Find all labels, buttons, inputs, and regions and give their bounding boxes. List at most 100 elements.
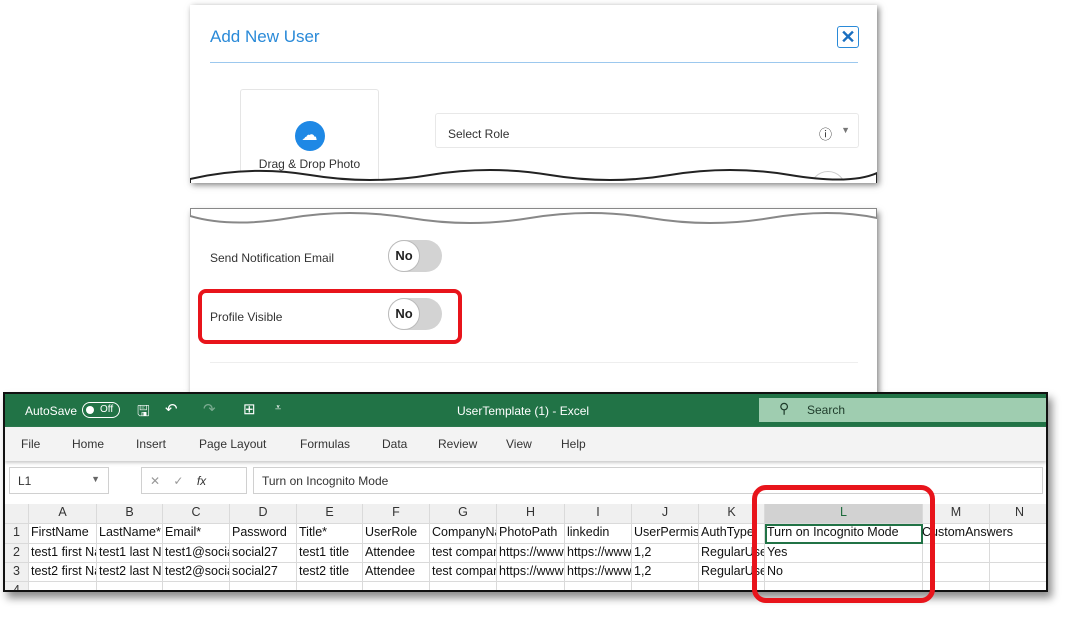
- cell-A2[interactable]: test1 first Name: [29, 544, 97, 563]
- column-header-A[interactable]: A: [29, 504, 97, 524]
- cell-A4[interactable]: [29, 582, 97, 590]
- autosave-label: AutoSave: [25, 404, 78, 418]
- row-header-2[interactable]: 2: [5, 544, 29, 563]
- ribbon-menu: File Home Insert Page Layout Formulas Da…: [5, 427, 1046, 461]
- cell-H2[interactable]: https://www: [497, 544, 565, 563]
- column-header-F[interactable]: F: [363, 504, 430, 524]
- column-header-H[interactable]: H: [497, 504, 565, 524]
- dialog-title: Add New User: [210, 27, 320, 46]
- customize-icon[interactable]: ⩡: [275, 402, 281, 415]
- divider: [210, 62, 858, 63]
- menu-view[interactable]: View: [506, 437, 532, 451]
- column-header-G[interactable]: G: [430, 504, 497, 524]
- cell-A1[interactable]: FirstName: [29, 524, 97, 544]
- cell-I2[interactable]: https://www: [565, 544, 632, 563]
- cell-J3[interactable]: 1,2: [632, 563, 699, 582]
- select-all-corner[interactable]: [5, 504, 29, 524]
- window-title: UserTemplate (1) - Excel: [457, 404, 590, 418]
- cell-E3[interactable]: test2 title: [297, 563, 363, 582]
- column-header-I[interactable]: I: [565, 504, 632, 524]
- torn-edge: [190, 169, 877, 183]
- save-icon[interactable]: 🖫: [137, 401, 150, 426]
- send-notification-label: Send Notification Email: [210, 251, 335, 265]
- column-header-D[interactable]: D: [230, 504, 297, 524]
- cell-J4[interactable]: [632, 582, 699, 590]
- cell-C4[interactable]: [163, 582, 230, 590]
- column-header-E[interactable]: E: [297, 504, 363, 524]
- dialog-top: Add New User ✕ ☁ Drag & Drop Photo or Se…: [190, 5, 877, 183]
- cell-A3[interactable]: test2 first Name: [29, 563, 97, 582]
- name-box-value: L1: [18, 474, 32, 488]
- cell-D2[interactable]: social27: [230, 544, 297, 563]
- column-header-B[interactable]: B: [97, 504, 163, 524]
- cell-C2[interactable]: test1@social27: [163, 544, 230, 563]
- cell-H4[interactable]: [497, 582, 565, 590]
- cell-B2[interactable]: test1 last Name: [97, 544, 163, 563]
- name-box[interactable]: L1 ▼: [9, 467, 109, 494]
- cell-F2[interactable]: Attendee: [363, 544, 430, 563]
- redo-icon[interactable]: ↷: [203, 400, 216, 418]
- menu-data[interactable]: Data: [382, 437, 407, 451]
- cell-D3[interactable]: social27: [230, 563, 297, 582]
- cell-I1[interactable]: linkedin: [565, 524, 632, 544]
- autosave-toggle[interactable]: Off: [82, 402, 120, 418]
- cell-J1[interactable]: UserPermissions: [632, 524, 699, 544]
- cell-E1[interactable]: Title*: [297, 524, 363, 544]
- enter-icon[interactable]: ✓: [173, 474, 183, 488]
- search-label: Search: [807, 403, 846, 417]
- menu-file[interactable]: File: [21, 437, 40, 451]
- cell-H3[interactable]: https://www: [497, 563, 565, 582]
- cell-B3[interactable]: test2 last Name: [97, 563, 163, 582]
- cell-G1[interactable]: CompanyName: [430, 524, 497, 544]
- search-box[interactable]: ⚲ Search: [759, 398, 1046, 422]
- menu-home[interactable]: Home: [72, 437, 104, 451]
- table-icon[interactable]: ⊞: [243, 400, 256, 418]
- cell-G3[interactable]: test company: [430, 563, 497, 582]
- menu-page-layout[interactable]: Page Layout: [199, 437, 266, 451]
- cell-E4[interactable]: [297, 582, 363, 590]
- cell-E2[interactable]: test1 title: [297, 544, 363, 563]
- cell-F1[interactable]: UserRole: [363, 524, 430, 544]
- column-header-C[interactable]: C: [163, 504, 230, 524]
- row-header-4[interactable]: 4: [5, 582, 29, 590]
- menu-review[interactable]: Review: [438, 437, 477, 451]
- undo-icon[interactable]: ↶: [165, 400, 178, 418]
- cell-C3[interactable]: test2@social27: [163, 563, 230, 582]
- cell-N2[interactable]: [990, 544, 1046, 563]
- cell-B4[interactable]: [97, 582, 163, 590]
- cell-G4[interactable]: [430, 582, 497, 590]
- fx-icon[interactable]: fx: [197, 474, 206, 488]
- column-header-N[interactable]: N: [990, 504, 1046, 524]
- cell-C1[interactable]: Email*: [163, 524, 230, 544]
- cell-N4[interactable]: [990, 582, 1046, 590]
- cell-N1[interactable]: [990, 524, 1046, 544]
- row-header-1[interactable]: 1: [5, 524, 29, 544]
- menu-help[interactable]: Help: [561, 437, 586, 451]
- cell-I4[interactable]: [565, 582, 632, 590]
- row-header-3[interactable]: 3: [5, 563, 29, 582]
- cancel-icon[interactable]: ✕: [150, 474, 160, 488]
- close-button[interactable]: ✕: [837, 26, 859, 48]
- toggle-value: No: [388, 240, 420, 272]
- cell-B1[interactable]: LastName*: [97, 524, 163, 544]
- cell-D4[interactable]: [230, 582, 297, 590]
- autosave-state: Off: [100, 404, 114, 415]
- cell-I3[interactable]: https://www: [565, 563, 632, 582]
- select-role-dropdown[interactable]: Select Role ⓘ ▼: [435, 113, 859, 148]
- menu-formulas[interactable]: Formulas: [300, 437, 350, 451]
- cell-G2[interactable]: test company: [430, 544, 497, 563]
- cloud-upload-icon: ☁: [294, 121, 325, 151]
- cell-D1[interactable]: Password: [230, 524, 297, 544]
- cell-F4[interactable]: [363, 582, 430, 590]
- search-icon: ⚲: [779, 400, 790, 416]
- info-icon[interactable]: ⓘ: [819, 124, 832, 143]
- cell-F3[interactable]: Attendee: [363, 563, 430, 582]
- send-notification-toggle[interactable]: No: [388, 240, 442, 272]
- cell-N3[interactable]: [990, 563, 1046, 582]
- menu-insert[interactable]: Insert: [136, 437, 166, 451]
- cell-H1[interactable]: PhotoPath: [497, 524, 565, 544]
- column-header-J[interactable]: J: [632, 504, 699, 524]
- highlight-box: [198, 289, 462, 344]
- cell-J2[interactable]: 1,2: [632, 544, 699, 563]
- formula-buttons: ✕ ✓ fx: [141, 467, 247, 494]
